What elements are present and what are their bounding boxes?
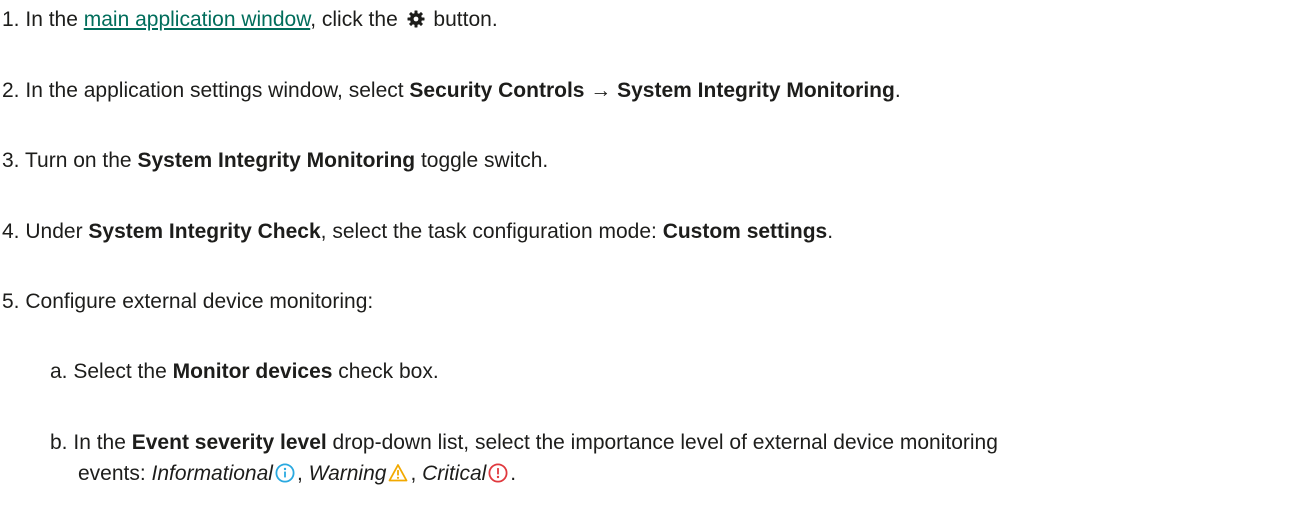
step-1-text-post: button. bbox=[427, 8, 498, 31]
step-5b-text-pre: In the bbox=[73, 431, 132, 454]
critical-label: Critical bbox=[422, 462, 487, 485]
step-5b-line-2: events: Informational, Warning, Critical… bbox=[78, 460, 516, 488]
step-2-text-pre: In the application settings window, sele… bbox=[25, 79, 410, 102]
step-1: 1. In the main application window, click… bbox=[2, 6, 498, 34]
step-5b-number: b. bbox=[50, 431, 68, 454]
step-5a-number: a. bbox=[50, 360, 68, 383]
system-integrity-check-label: System Integrity Check bbox=[88, 220, 321, 243]
step-4-number: 4. bbox=[2, 220, 20, 243]
event-severity-level-label: Event severity level bbox=[131, 431, 327, 454]
step-3-text-post: toggle switch. bbox=[415, 149, 549, 172]
step-3: 3. Turn on the System Integrity Monitori… bbox=[2, 147, 548, 175]
step-5b-line2-end: . bbox=[510, 462, 517, 485]
step-4-text-post: . bbox=[827, 220, 834, 243]
custom-settings-label: Custom settings bbox=[662, 220, 828, 243]
security-controls-path: Security Controls → System Integrity Mon… bbox=[409, 79, 895, 102]
main-application-window-link[interactable]: main application window bbox=[84, 8, 310, 31]
step-4-text-mid: , select the task configuration mode: bbox=[320, 220, 663, 243]
step-5a: a. Select the Monitor devices check box. bbox=[50, 358, 439, 386]
step-5-text: Configure external device monitoring: bbox=[25, 290, 374, 313]
system-integrity-monitoring-label: System Integrity Monitoring bbox=[137, 149, 416, 172]
step-2: 2. In the application settings window, s… bbox=[2, 77, 901, 105]
step-1-number: 1. bbox=[2, 8, 20, 31]
step-1-text-pre: In the bbox=[25, 8, 84, 31]
step-5b: b. In the Event severity level drop-down… bbox=[50, 429, 998, 457]
informational-label: Informational bbox=[151, 462, 273, 485]
critical-icon bbox=[488, 463, 508, 483]
warning-icon bbox=[388, 463, 408, 483]
step-3-number: 3. bbox=[2, 149, 20, 172]
step-5b-text-post: drop-down list, select the importance le… bbox=[326, 431, 998, 454]
step-5-number: 5. bbox=[2, 290, 20, 313]
gear-icon bbox=[406, 9, 426, 29]
step-5a-text-post: check box. bbox=[332, 360, 439, 383]
step-4-text-pre: Under bbox=[25, 220, 89, 243]
step-1-text-mid: , click the bbox=[310, 8, 404, 31]
step-4: 4. Under System Integrity Check, select … bbox=[2, 218, 833, 246]
step-2-text-post: . bbox=[894, 79, 901, 102]
step-5: 5. Configure external device monitoring: bbox=[2, 288, 373, 316]
monitor-devices-label: Monitor devices bbox=[172, 360, 333, 383]
warning-label: Warning bbox=[308, 462, 387, 485]
step-5b-line2-pre: events: bbox=[78, 462, 152, 485]
step-5a-text-pre: Select the bbox=[73, 360, 173, 383]
step-3-text-pre: Turn on the bbox=[24, 149, 138, 172]
separator-1: , bbox=[296, 462, 309, 485]
info-icon bbox=[275, 463, 295, 483]
separator-2: , bbox=[410, 462, 423, 485]
step-2-number: 2. bbox=[2, 79, 20, 102]
